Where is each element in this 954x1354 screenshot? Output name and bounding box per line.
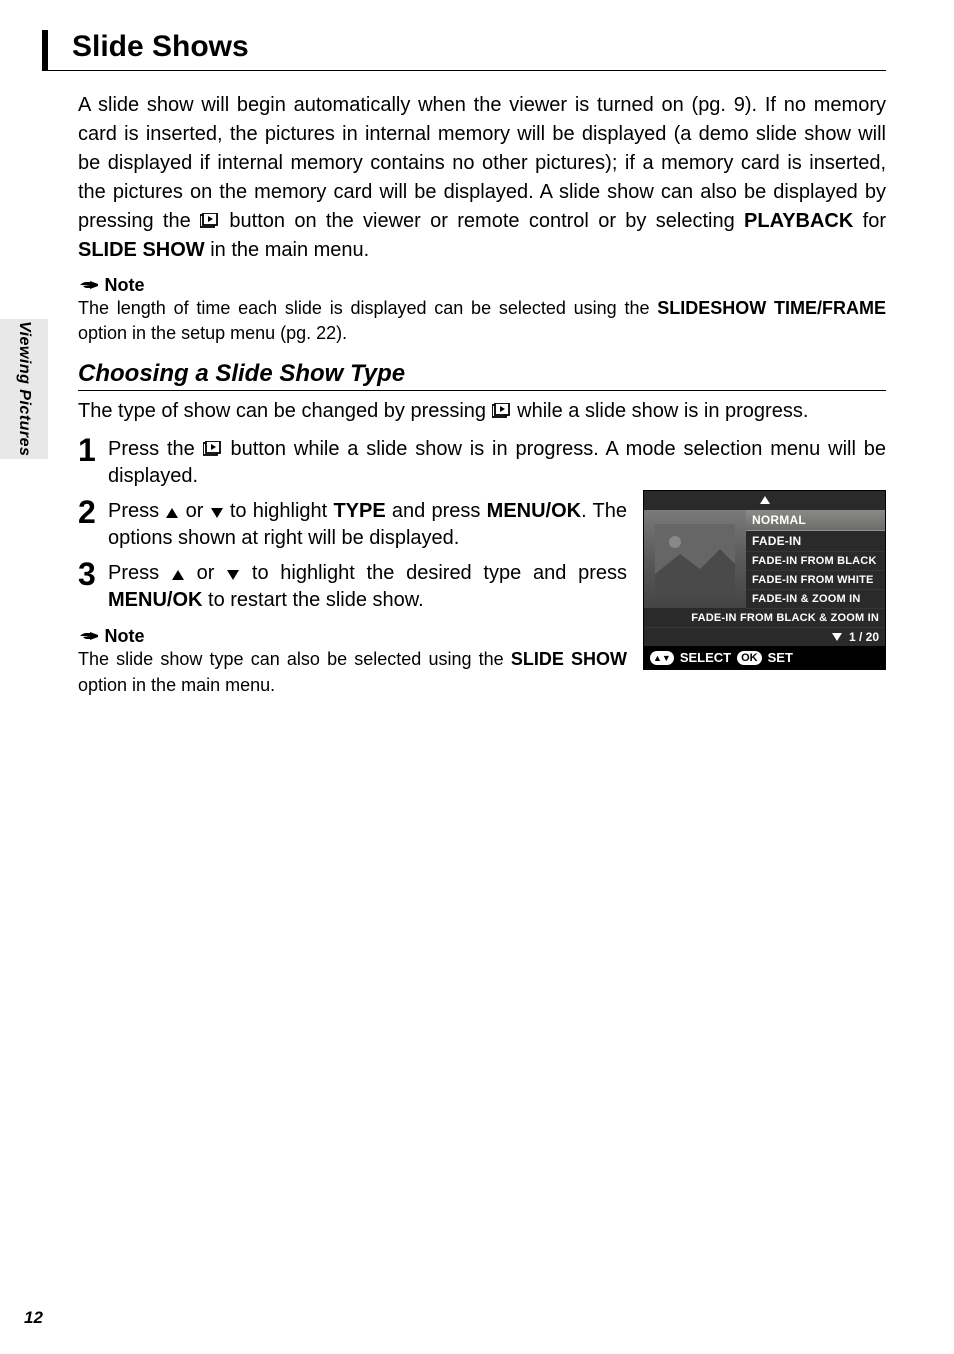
list-item: FADE-IN FROM BLACK	[746, 552, 885, 571]
slideshow-icon	[203, 441, 223, 457]
step-1: 1 Press the button while a slide show is…	[78, 436, 886, 490]
pointing-hand-icon	[78, 277, 100, 293]
page-counter: 1 / 20	[849, 630, 879, 644]
slideshow-icon	[492, 403, 512, 419]
up-triangle-icon	[759, 495, 771, 505]
pointing-hand-icon	[78, 628, 100, 644]
list-item: FADE-IN & ZOOM IN	[746, 590, 885, 609]
down-triangle-icon	[226, 569, 240, 581]
step-2: 2 Press or to highlight TYPE and press M…	[78, 498, 627, 552]
list-item: NORMAL	[746, 510, 885, 531]
note-heading-2: Note	[78, 626, 627, 647]
up-down-icon: ▲▼	[650, 651, 674, 665]
note-heading: Note	[78, 275, 886, 296]
down-triangle-icon	[210, 507, 224, 519]
section-tab-label: Viewing Pictures	[15, 321, 33, 456]
ok-icon: OK	[737, 651, 762, 665]
list-item: FADE-IN FROM BLACK & ZOOM IN	[644, 609, 885, 628]
preview-thumbnail	[644, 510, 746, 608]
intro-paragraph: A slide show will begin automatically wh…	[78, 91, 886, 265]
section-tab: Viewing Pictures	[0, 319, 48, 459]
subheading: Choosing a Slide Show Type	[78, 360, 886, 391]
menu-screenshot: NORMAL FADE-IN FADE-IN FROM BLACK FADE-I…	[643, 490, 886, 670]
note-text-2: The slide show type can also be selected…	[78, 647, 627, 697]
slideshow-icon	[200, 213, 220, 229]
page-number: 12	[24, 1308, 43, 1328]
down-triangle-icon	[831, 632, 843, 642]
type-list: NORMAL FADE-IN FADE-IN FROM BLACK FADE-I…	[746, 510, 885, 609]
list-item: FADE-IN	[746, 531, 885, 552]
sub-intro: The type of show can be changed by press…	[78, 397, 886, 426]
up-triangle-icon	[165, 507, 179, 519]
step-3: 3 Press or to highlight the desired type…	[78, 560, 627, 614]
help-bar: ▲▼ SELECT OK SET	[644, 646, 885, 669]
note-text: The length of time each slide is display…	[78, 296, 886, 346]
up-triangle-icon	[171, 569, 185, 581]
list-item: FADE-IN FROM WHITE	[746, 571, 885, 590]
page-title: Slide Shows	[72, 30, 886, 64]
